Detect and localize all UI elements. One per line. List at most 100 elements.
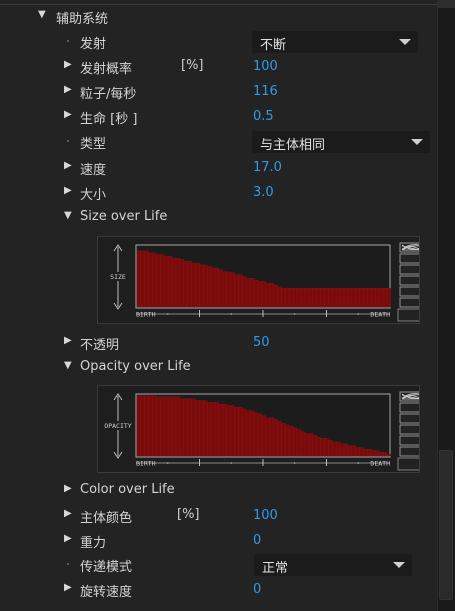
life-value[interactable]: 0.5 <box>253 109 274 124</box>
prop-unit: [%] <box>177 507 200 522</box>
curve-bar <box>164 256 169 308</box>
curve-bar <box>199 400 204 457</box>
size-value[interactable]: 3.0 <box>253 185 274 200</box>
curve-bar <box>140 250 145 308</box>
curve-bar <box>308 433 313 457</box>
x-axis-dot <box>230 462 233 464</box>
curve-bar <box>144 250 149 308</box>
curve-bar <box>383 287 388 308</box>
curve-graph-svg[interactable]: OPACITY BIRTH DEATH <box>98 386 419 472</box>
expand-triangle-icon[interactable]: ▶ <box>64 582 76 593</box>
curve-bar <box>367 287 372 308</box>
curve-bar <box>246 410 251 457</box>
curve-bar <box>218 403 223 457</box>
curve-bar <box>211 267 216 308</box>
expand-triangle-icon[interactable]: ▼ <box>38 9 50 20</box>
curve-bar <box>156 254 161 308</box>
expand-triangle-icon[interactable]: ▶ <box>64 109 76 120</box>
expand-triangle-icon[interactable]: ▶ <box>64 508 76 519</box>
curve-bar <box>371 287 376 308</box>
curve-bar <box>203 264 208 308</box>
expand-triangle-icon[interactable]: ▶ <box>64 483 76 494</box>
curve-bar <box>242 276 247 308</box>
curve-bar <box>328 439 333 457</box>
expand-triangle-icon[interactable]: ▶ <box>64 84 76 95</box>
expand-triangle-icon[interactable]: ▶ <box>64 533 76 544</box>
curve-bar <box>285 287 290 308</box>
curve-bar <box>320 287 325 308</box>
scrollbar-thumb[interactable] <box>439 450 453 600</box>
expand-triangle-icon[interactable]: ▶ <box>64 59 76 70</box>
curve-bar <box>386 454 391 457</box>
curve-bar <box>316 287 321 308</box>
particles-per-second-value[interactable]: 116 <box>253 84 278 99</box>
prop-emit: 发射 不断 <box>0 30 437 54</box>
collapse-triangle-icon[interactable]: ▼ <box>64 360 76 371</box>
curve-bar <box>187 261 192 308</box>
death-label: DEATH <box>370 460 390 468</box>
curve-bar <box>242 408 247 457</box>
emit-probability-value[interactable]: 100 <box>253 59 278 74</box>
expand-triangle-icon[interactable]: ▶ <box>64 335 76 346</box>
curve-bar <box>254 280 259 308</box>
prop-label: Size over Life <box>80 209 168 224</box>
curve-bar <box>179 398 184 457</box>
scroll-up-button[interactable] <box>437 0 455 8</box>
prop-particles-per-second: ▶ 粒子/每秒 116 <box>0 80 437 104</box>
opacity-value[interactable]: 50 <box>253 335 270 350</box>
expand-triangle-icon[interactable]: ▶ <box>64 185 76 196</box>
curve-bar <box>230 272 235 308</box>
curve-bar <box>367 449 372 457</box>
curve-bar <box>375 450 380 457</box>
prop-main-color: ▶ 主体颜色 [%] 100 <box>0 504 437 528</box>
opacity-over-life-graph[interactable]: OPACITY BIRTH DEATH <box>97 385 420 473</box>
curve-bar <box>328 287 333 308</box>
main-color-value[interactable]: 100 <box>253 508 278 523</box>
size-over-life-graph[interactable]: SIZE BIRTH DEATH <box>97 236 420 324</box>
curve-bar <box>386 287 391 308</box>
curve-bar <box>179 259 184 308</box>
x-axis-dot <box>357 462 360 464</box>
curve-graph-svg[interactable]: SIZE BIRTH DEATH <box>98 237 419 323</box>
bullet-icon <box>67 40 69 42</box>
curve-bar <box>359 287 364 308</box>
curve-bar <box>222 271 227 308</box>
curve-bar <box>140 395 145 457</box>
curve-bar <box>347 287 352 308</box>
preset-frame <box>399 413 419 424</box>
collapse-triangle-icon[interactable]: ▼ <box>64 210 76 221</box>
curve-bar <box>203 400 208 457</box>
curve-bar <box>136 395 141 457</box>
prop-label: 类型 <box>80 137 107 152</box>
curve-bar <box>168 256 173 308</box>
preset-frame <box>399 286 419 297</box>
prop-opacity: ▶ 不透明 50 <box>0 331 437 355</box>
speed-value[interactable]: 17.0 <box>253 160 282 175</box>
emit-dropdown[interactable]: 不断 <box>252 31 418 53</box>
curve-bar <box>293 287 298 308</box>
section-auxiliary-system[interactable]: ▼ 辅助系统 <box>0 5 437 29</box>
curve-bar <box>359 447 364 457</box>
curve-bar <box>300 287 305 308</box>
death-label: DEATH <box>370 311 390 319</box>
expand-triangle-icon[interactable]: ▶ <box>64 160 76 171</box>
preset-frame <box>399 402 419 413</box>
type-dropdown[interactable]: 与主体相同 <box>252 131 430 153</box>
curve-bar <box>332 287 337 308</box>
curve-bar <box>215 267 220 308</box>
curve-bar <box>191 398 196 457</box>
bullet-icon <box>67 140 69 142</box>
curve-bar <box>355 287 360 308</box>
prop-label: 发射 <box>80 37 107 52</box>
x-axis-dot <box>166 462 169 464</box>
curve-bar <box>257 281 262 308</box>
curve-bar <box>300 431 305 457</box>
gravity-value[interactable]: 0 <box>253 533 261 548</box>
preset-frame <box>399 253 419 264</box>
curve-bar <box>164 396 169 457</box>
rotation-speed-value[interactable]: 0 <box>253 582 261 597</box>
transfer-mode-dropdown[interactable]: 正常 <box>254 554 412 576</box>
prop-label: 发射概率 <box>80 62 133 77</box>
prop-size-over-life: ▼ Size over Life <box>0 206 437 230</box>
prop-label: Color over Life <box>80 482 175 497</box>
